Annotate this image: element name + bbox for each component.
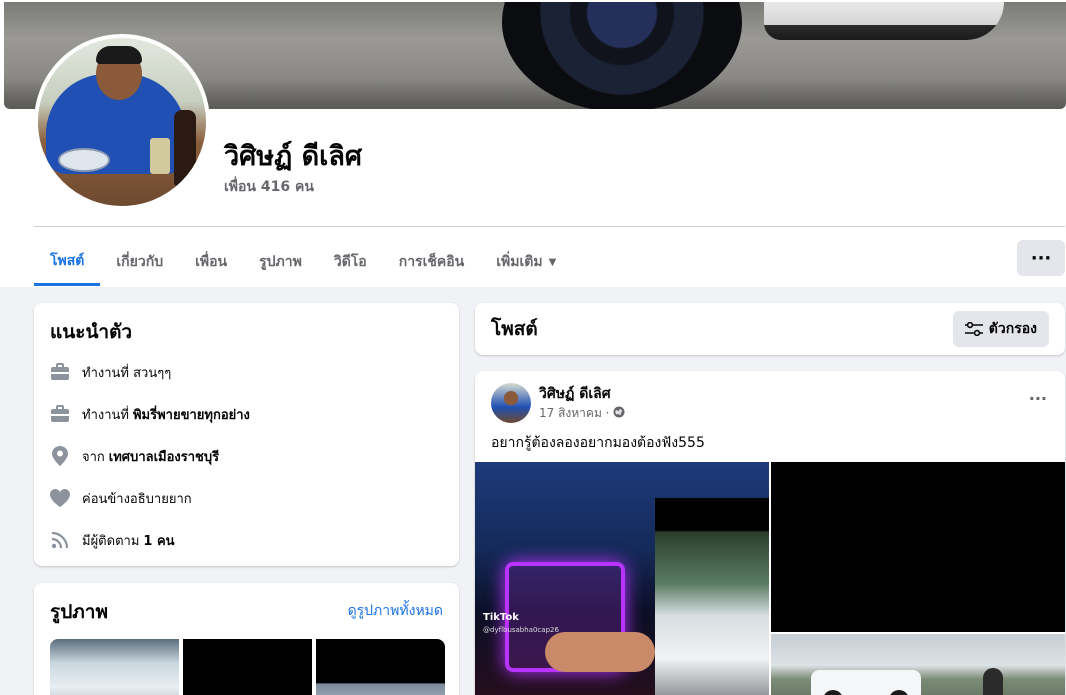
avatar-person-hair <box>96 46 142 64</box>
post-author-name[interactable]: วิศิษฏ์ ดีเลิศ <box>539 383 611 405</box>
intro-workplace-link[interactable]: พิมรี่พายขายทุกอย่าง <box>133 404 250 425</box>
post-media-image-2[interactable] <box>771 462 1065 632</box>
rss-icon <box>50 530 70 550</box>
tab-label: โพสต์ <box>50 252 85 269</box>
caret-down-icon: ▼ <box>548 256 557 268</box>
avatar-glass <box>150 138 170 174</box>
intro-card: แนะนำตัว ทำงานที่ สวนๆๆ ทำงานที่ พิมรี่พ… <box>34 303 459 566</box>
intro-text: ทำงานที่ สวนๆๆ <box>82 365 172 381</box>
see-all-photos-link[interactable]: ดูรูปภาพทั้งหมด <box>348 600 443 622</box>
friends-count[interactable]: เพื่อน 416 คน <box>224 176 314 198</box>
media-truck-photo <box>655 498 769 695</box>
profile-avatar[interactable] <box>34 34 210 210</box>
intro-item-work-2: ทำงานที่ พิมรี่พายขายทุกอย่าง <box>50 393 443 435</box>
tiktok-username: @dyflbusabha0cap26 <box>483 626 559 634</box>
header-divider <box>34 226 1065 227</box>
intro-item-relationship: ค่อนข้างอธิบายยาก <box>50 477 443 519</box>
briefcase-icon <box>50 362 70 382</box>
sliders-icon <box>964 322 983 336</box>
post-media: TikTok @dyflbusabha0cap26 <box>475 462 1065 695</box>
post-media-image-3[interactable] <box>771 634 1065 695</box>
profile-header: วิศิษฏ์ ดีเลิศ เพื่อน 416 คน โพสต์ เกี่ย… <box>0 0 1066 287</box>
intro-hometown-link[interactable]: เทศบาลเมืองราชบุรี <box>109 446 219 467</box>
photo-thumbnail[interactable] <box>50 639 179 695</box>
post-media-image-1[interactable]: TikTok @dyflbusabha0cap26 <box>475 462 769 695</box>
tab-checkins[interactable]: การเช็คอิน <box>383 238 481 286</box>
tab-friends[interactable]: เพื่อน <box>179 238 243 286</box>
profile-name: วิศิษฏ์ ดีเลิศ <box>224 141 363 172</box>
heart-icon <box>50 488 70 508</box>
filter-label: ตัวกรอง <box>988 321 1037 337</box>
tab-about[interactable]: เกี่ยวกับ <box>100 238 179 286</box>
tab-label: เพิ่มเติม <box>496 254 543 270</box>
post-card: วิศิษฏ์ ดีเลิศ 17 สิงหาคม · ··· อยากรู้ต… <box>475 371 1065 695</box>
intro-text: มีผู้ติดตาม <box>82 533 140 549</box>
photo-thumbnail[interactable] <box>316 639 445 695</box>
tab-label: การเช็คอิน <box>398 254 465 270</box>
posts-header-card: โพสต์ ตัวกรอง <box>475 303 1065 355</box>
tab-label: เกี่ยวกับ <box>116 254 164 270</box>
globe-icon <box>613 406 625 421</box>
post-meta: 17 สิงหาคม · <box>539 404 625 423</box>
post-date[interactable]: 17 สิงหาคม · <box>539 404 609 423</box>
more-options-button[interactable]: ··· <box>1017 240 1065 276</box>
post-text: อยากรู้ต้องลองอยากมองต้องฟัง555 <box>491 435 705 451</box>
tab-label: วิดีโอ <box>333 254 367 270</box>
post-options-button[interactable]: ··· <box>1029 389 1047 408</box>
photo-thumbnail[interactable] <box>183 639 312 695</box>
intro-followers-link[interactable]: 1 คน <box>143 530 174 551</box>
cover-car-body <box>764 2 1004 40</box>
tab-more[interactable]: เพิ่มเติม ▼ <box>480 238 572 286</box>
intro-item-hometown: จาก เทศบาลเมืองราชบุรี <box>50 435 443 477</box>
media-person <box>545 632 655 672</box>
posts-title: โพสต์ <box>491 318 538 340</box>
avatar-bottle <box>174 110 196 186</box>
tab-label: รูปภาพ <box>259 254 302 270</box>
tab-photos[interactable]: รูปภาพ <box>243 238 318 286</box>
intro-item-work-1: ทำงานที่ สวนๆๆ <box>50 351 443 393</box>
profile-tabs: โพสต์ เกี่ยวกับ เพื่อน รูปภาพ วิดีโอ การ… <box>34 238 572 286</box>
tab-posts[interactable]: โพสต์ <box>34 238 101 286</box>
intro-text: ทำงานที่ <box>82 407 129 423</box>
photo-thumbnails <box>50 639 445 695</box>
intro-item-followers: มีผู้ติดตาม 1 คน <box>50 519 443 561</box>
media-person <box>983 668 1003 695</box>
post-author-avatar[interactable] <box>491 383 531 423</box>
tab-videos[interactable]: วิดีโอ <box>318 238 383 286</box>
tiktok-logo: TikTok <box>483 612 519 623</box>
filter-button[interactable]: ตัวกรอง <box>952 311 1049 347</box>
location-pin-icon <box>50 446 70 466</box>
intro-text: จาก <box>82 449 105 465</box>
photos-card: รูปภาพ ดูรูปภาพทั้งหมด <box>34 583 459 695</box>
avatar-plate <box>58 148 110 172</box>
intro-text: ค่อนข้างอธิบายยาก <box>82 491 192 507</box>
tab-label: เพื่อน <box>195 254 228 270</box>
briefcase-icon <box>50 404 70 424</box>
intro-title: แนะนำตัว <box>50 321 133 343</box>
